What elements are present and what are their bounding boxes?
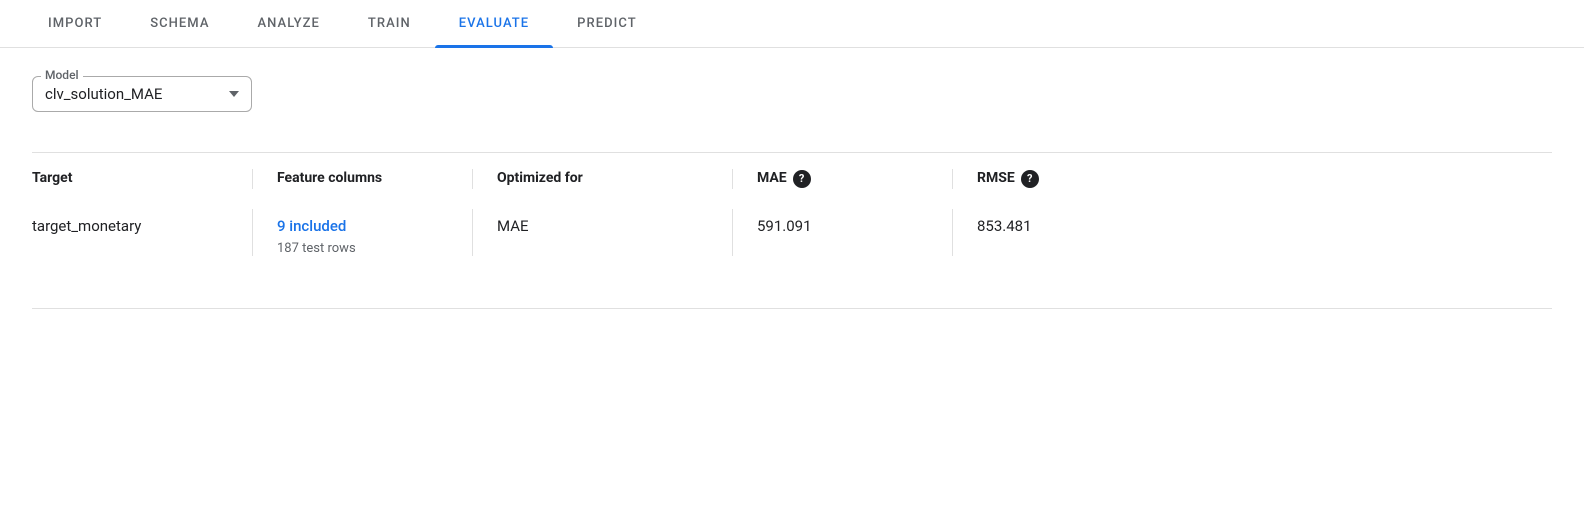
tab-predict[interactable]: PREDICT bbox=[553, 0, 661, 47]
bottom-divider bbox=[32, 308, 1552, 309]
col-mae-header: MAE ? bbox=[732, 169, 952, 189]
col-feature-header: Feature columns bbox=[252, 169, 472, 189]
col-rmse-header: RMSE ? bbox=[952, 169, 1552, 189]
target-header-label: Target bbox=[32, 169, 252, 189]
col-target-value: target_monetary bbox=[32, 209, 252, 256]
rmse-help-icon[interactable]: ? bbox=[1021, 170, 1039, 188]
model-selector-dropdown[interactable]: Model clv_solution_MAE bbox=[32, 76, 252, 112]
model-selector-wrapper: Model clv_solution_MAE bbox=[32, 76, 1552, 112]
tab-schema[interactable]: SCHEMA bbox=[126, 0, 233, 47]
tab-train[interactable]: TRAIN bbox=[344, 0, 435, 47]
stats-data-row: target_monetary 9 included 187 test rows… bbox=[32, 197, 1552, 268]
rmse-value: 853.481 bbox=[977, 217, 1552, 235]
col-mae-value: 591.091 bbox=[732, 209, 952, 256]
mae-value: 591.091 bbox=[757, 217, 952, 235]
tab-navigation: IMPORT SCHEMA ANALYZE TRAIN EVALUATE PRE… bbox=[0, 0, 1584, 48]
feature-test-rows: 187 test rows bbox=[277, 241, 472, 256]
tab-import[interactable]: IMPORT bbox=[24, 0, 126, 47]
col-rmse-value: 853.481 bbox=[952, 209, 1552, 256]
mae-header-label: MAE bbox=[757, 169, 787, 189]
mae-help-icon[interactable]: ? bbox=[793, 170, 811, 188]
tab-analyze[interactable]: ANALYZE bbox=[234, 0, 344, 47]
col-optimized-header: Optimized for bbox=[472, 169, 732, 189]
feature-header-label: Feature columns bbox=[277, 169, 472, 189]
model-selector-value: clv_solution_MAE bbox=[45, 85, 162, 103]
col-target-header: Target bbox=[32, 169, 252, 189]
main-content: Model clv_solution_MAE Target Feature co… bbox=[0, 48, 1584, 337]
optimized-header-label: Optimized for bbox=[497, 169, 732, 189]
rmse-header-label: RMSE bbox=[977, 169, 1015, 189]
tab-evaluate[interactable]: EVALUATE bbox=[435, 0, 553, 47]
col-optimized-value: MAE bbox=[472, 209, 732, 256]
target-value: target_monetary bbox=[32, 217, 252, 235]
col-feature-value: 9 included 187 test rows bbox=[252, 209, 472, 256]
stats-section: Target Feature columns Optimized for MAE… bbox=[32, 152, 1552, 268]
stats-header-row: Target Feature columns Optimized for MAE… bbox=[32, 153, 1552, 197]
dropdown-arrow-icon bbox=[229, 91, 239, 97]
optimized-value: MAE bbox=[497, 217, 732, 235]
feature-included-link[interactable]: 9 included bbox=[277, 217, 472, 235]
model-selector-label: Model bbox=[41, 68, 83, 82]
